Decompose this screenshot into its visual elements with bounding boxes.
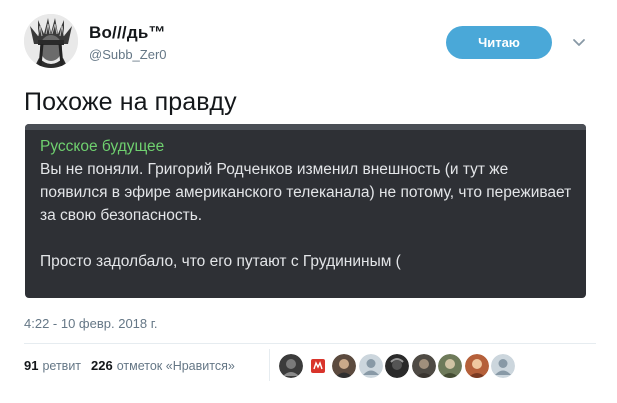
liker-avatar-8[interactable] bbox=[464, 354, 489, 378]
card-message: Вы не поняли. Григорий Родченков изменил… bbox=[40, 158, 580, 273]
card-paragraph-1: Вы не поняли. Григорий Родченков изменил… bbox=[40, 161, 572, 224]
card-channel-title: Русское будущее bbox=[40, 138, 165, 155]
liker-avatar-7[interactable] bbox=[438, 354, 462, 378]
embedded-screenshot-card: Русское будущее Вы не поняли. Григорий Р… bbox=[25, 124, 586, 298]
liker-avatar-1[interactable] bbox=[279, 354, 303, 378]
likes-count: 226 bbox=[91, 358, 113, 373]
tweet-stats: 91 ретвит 226 отметок «Нравится» bbox=[24, 358, 245, 373]
tweet-text: Похоже на правду bbox=[24, 88, 237, 116]
liker-avatar-9[interactable] bbox=[491, 354, 515, 378]
author-avatar[interactable] bbox=[24, 14, 78, 68]
retweet-label: ретвит bbox=[42, 359, 82, 373]
likes-stat[interactable]: 226 отметок «Нравится» bbox=[91, 358, 235, 373]
retweet-stat[interactable]: 91 ретвит bbox=[24, 358, 81, 373]
liker-avatar-3[interactable] bbox=[332, 354, 356, 378]
tweet-timestamp[interactable]: 4:22 - 10 февр. 2018 г. bbox=[24, 316, 158, 331]
divider bbox=[24, 343, 596, 344]
author-name[interactable]: Во///дь™ bbox=[89, 23, 166, 43]
follow-button[interactable]: Читаю bbox=[446, 26, 552, 59]
likes-label: отметок «Нравится» bbox=[116, 359, 235, 373]
retweet-count: 91 bbox=[24, 358, 39, 373]
liker-avatar-6[interactable] bbox=[411, 354, 436, 378]
card-top-strip bbox=[25, 124, 586, 130]
card-paragraph-2: Просто задолбало, что его путают с Груди… bbox=[40, 253, 401, 270]
stats-separator bbox=[269, 349, 270, 381]
chevron-down-icon[interactable] bbox=[569, 33, 589, 53]
liker-avatars bbox=[279, 354, 518, 378]
author-handle[interactable]: @Subb_Zer0 bbox=[89, 47, 167, 62]
liker-avatar-5[interactable] bbox=[385, 354, 409, 378]
liker-avatar-2[interactable] bbox=[305, 354, 330, 378]
liker-avatar-4[interactable] bbox=[358, 354, 383, 378]
tweet-header: Во///дь™ @Subb_Zer0 Читаю bbox=[24, 14, 596, 74]
